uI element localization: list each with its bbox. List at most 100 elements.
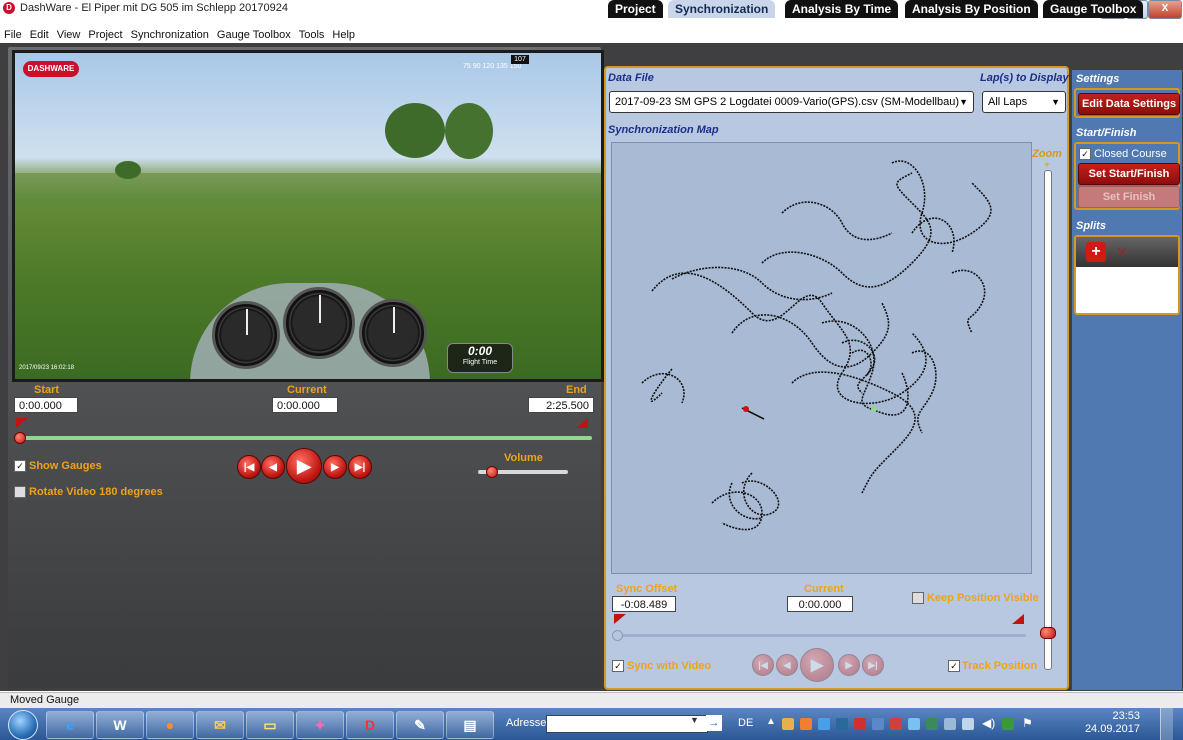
sync-offset-field[interactable]: -0:08.489 [612, 596, 676, 612]
tab-analysis-by-time[interactable]: Analysis By Time [785, 0, 899, 18]
clock-time: 23:53 [1112, 710, 1140, 722]
track-position-checkbox[interactable]: ✓ [948, 660, 960, 672]
desktop-icon[interactable]: ▤ [446, 711, 494, 739]
start-time-field[interactable]: 0:00.000 [14, 397, 78, 413]
start-marker[interactable] [16, 418, 28, 428]
folder-icon[interactable]: ▭ [246, 711, 294, 739]
sync-current-field[interactable]: 0:00.000 [787, 596, 853, 612]
play-button[interactable]: ▶ [286, 448, 322, 484]
clock-date: 24.09.2017 [1084, 723, 1140, 735]
settings-label: Settings [1076, 73, 1120, 85]
sync-with-video-checkbox[interactable]: ✓ [612, 660, 624, 672]
menu-synchronization[interactable]: Synchronization [127, 27, 213, 43]
show-gauges-checkbox[interactable]: ✓ [14, 460, 26, 472]
show-gauges-label: Show Gauges [29, 460, 102, 472]
timeline-thumb[interactable] [14, 432, 26, 444]
skip-end-button[interactable]: ▶| [348, 455, 372, 479]
tab-analysis-by-position[interactable]: Analysis By Position [905, 0, 1038, 18]
heading-tape: 75 90 120 135 150 [463, 63, 522, 70]
sync-timeline-track[interactable] [614, 634, 1026, 637]
firefox-icon[interactable]: ● [146, 711, 194, 739]
chevron-down-icon: ▼ [1051, 97, 1060, 107]
tray-icon[interactable] [872, 718, 884, 730]
language-indicator[interactable]: DE [738, 717, 753, 729]
remove-split-icon[interactable]: ✕ [1113, 242, 1131, 262]
end-marker[interactable] [576, 418, 588, 428]
laps-dropdown[interactable]: All Laps ▼ [982, 91, 1066, 113]
tray-icon[interactable] [782, 718, 794, 730]
close-button[interactable]: X [1148, 0, 1182, 19]
zoom-thumb[interactable] [1040, 627, 1056, 639]
airspeed-gauge [212, 301, 280, 369]
current-label: Current [287, 384, 327, 396]
tray-icon[interactable] [818, 718, 830, 730]
data-file-value: 2017-09-23 SM GPS 2 Logdatei 0009-Vario(… [615, 96, 960, 108]
tray-icon[interactable] [926, 718, 938, 730]
keep-position-checkbox[interactable] [912, 592, 924, 604]
set-finish-button[interactable]: Set Finish [1078, 186, 1180, 208]
tray-icon[interactable] [908, 718, 920, 730]
end-time-field[interactable]: 2:25.500 [528, 397, 594, 413]
menu-help[interactable]: Help [328, 27, 359, 43]
sync-step-forward-button[interactable]: ▶ [838, 654, 860, 676]
closed-course-checkbox[interactable]: ✓ [1079, 148, 1091, 160]
menu-view[interactable]: View [53, 27, 85, 43]
network-icon[interactable] [944, 718, 956, 730]
app-puzzle-icon[interactable]: ✦ [296, 711, 344, 739]
volume-thumb[interactable] [486, 466, 498, 478]
dashware-logo: DASHWARE [23, 61, 79, 77]
set-start-finish-button[interactable]: Set Start/Finish [1078, 163, 1180, 185]
dashware-taskbar-icon[interactable]: D [346, 711, 394, 739]
display-icon[interactable] [962, 718, 974, 730]
tab-gauge-toolbox[interactable]: Gauge Toolbox [1043, 0, 1144, 18]
video-timestamp: 2017/09/23 16:02:18 [19, 365, 75, 371]
menu-tools[interactable]: Tools [295, 27, 329, 43]
sync-play-button[interactable]: ▶ [800, 648, 834, 682]
tray-icon[interactable] [836, 718, 848, 730]
volume-icon[interactable]: ◀) [982, 716, 995, 730]
sync-skip-start-button[interactable]: |◀ [752, 654, 774, 676]
video-timeline-track[interactable] [16, 436, 592, 440]
menu-edit[interactable]: Edit [26, 27, 53, 43]
start-button[interactable] [8, 710, 38, 740]
internet-explorer-icon[interactable]: e [46, 711, 94, 739]
word-icon[interactable]: W [96, 711, 144, 739]
synchronization-map[interactable] [611, 142, 1032, 574]
menu-project[interactable]: Project [84, 27, 126, 43]
address-dropdown-icon[interactable]: ▼ [690, 715, 699, 725]
play-icon: ▶ [810, 657, 824, 674]
add-split-icon[interactable]: + [1086, 242, 1106, 262]
start-label: Start [34, 384, 60, 396]
sync-start-marker[interactable] [614, 614, 626, 624]
tab-project[interactable]: Project [608, 0, 663, 18]
sync-step-back-button[interactable]: ◀ [776, 654, 798, 676]
edit-data-settings-button[interactable]: Edit Data Settings [1078, 93, 1180, 115]
step-forward-button[interactable]: ▶ [323, 455, 347, 479]
sync-timeline-thumb[interactable] [612, 630, 623, 641]
sync-skip-end-button[interactable]: ▶| [862, 654, 884, 676]
step-back-button[interactable]: ◀ [261, 455, 285, 479]
outlook-icon[interactable]: ✉ [196, 711, 244, 739]
address-input[interactable] [546, 715, 708, 733]
battery-icon[interactable] [1002, 718, 1014, 730]
show-hidden-icons-icon[interactable]: ▲ [766, 716, 776, 727]
tray-icon[interactable] [890, 718, 902, 730]
data-file-dropdown[interactable]: 2017-09-23 SM GPS 2 Logdatei 0009-Vario(… [609, 91, 974, 113]
video-preview[interactable]: DASHWARE 75 90 120 135 150 107 0:00 Flig… [12, 50, 604, 382]
paint-icon[interactable]: ✎ [396, 711, 444, 739]
skip-start-button[interactable]: |◀ [237, 455, 261, 479]
tray-icon[interactable] [800, 718, 812, 730]
go-icon[interactable]: → [706, 715, 722, 731]
clock[interactable]: 23:53 24.09.2017 [1040, 710, 1140, 736]
current-time-field[interactable]: 0:00.000 [272, 397, 338, 413]
show-desktop-button[interactable] [1160, 708, 1173, 740]
zoom-slider[interactable] [1044, 170, 1052, 670]
tray-icon[interactable] [854, 718, 866, 730]
sync-end-marker[interactable] [1012, 614, 1024, 624]
action-center-icon[interactable]: ⚑ [1022, 716, 1033, 730]
menu-file[interactable]: File [0, 27, 26, 43]
menu-gauge-toolbox[interactable]: Gauge Toolbox [213, 27, 295, 43]
end-label: End [566, 384, 587, 396]
rotate-video-checkbox[interactable] [14, 486, 26, 498]
tab-synchronization[interactable]: Synchronization [668, 0, 776, 18]
